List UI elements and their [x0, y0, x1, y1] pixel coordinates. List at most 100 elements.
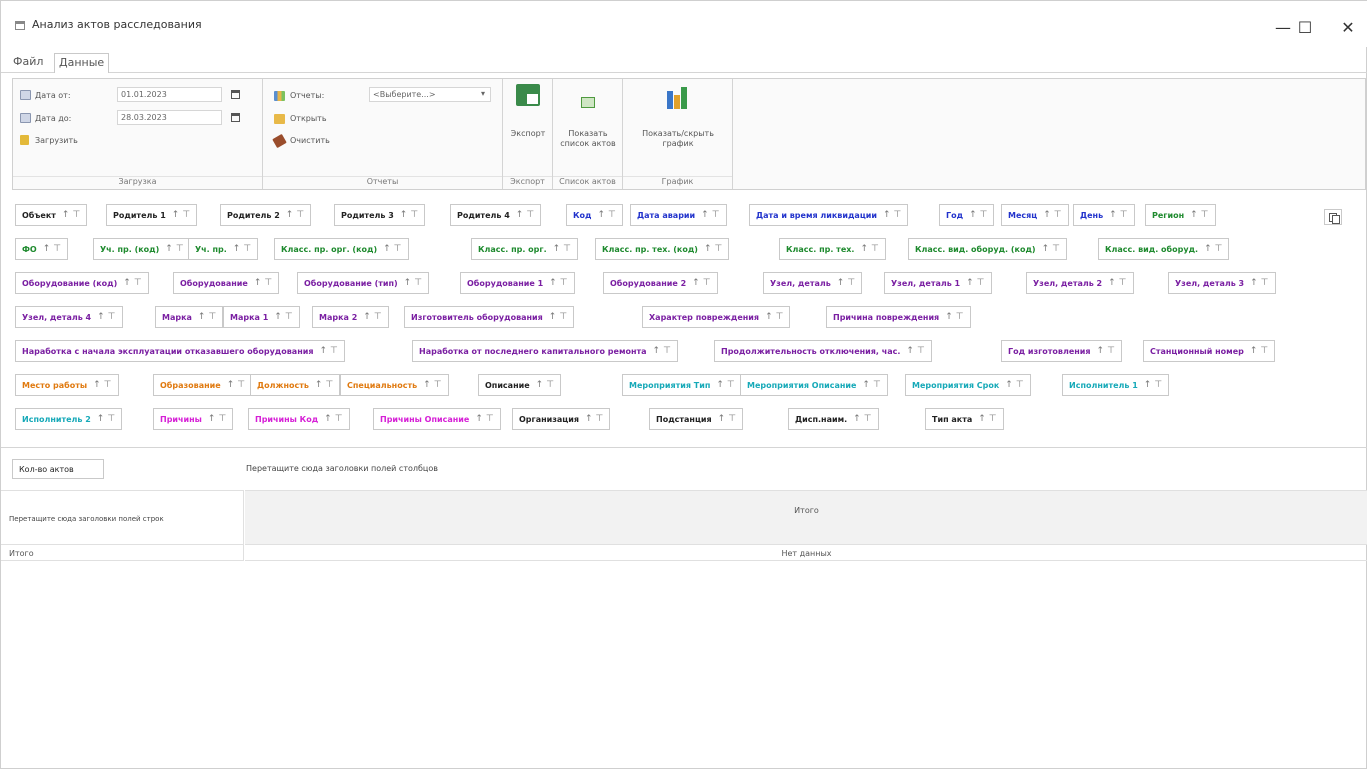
filter-icon[interactable]: ⊤	[608, 210, 616, 220]
field-header[interactable]: Станционный номер ↑ ⊤	[1143, 340, 1276, 362]
sort-icon[interactable]: ↑	[233, 244, 241, 254]
filter-icon[interactable]: ⊤	[728, 414, 736, 424]
field-header[interactable]: Оборудование 2 ↑ ⊤	[603, 272, 718, 294]
field-header[interactable]: Оборудование ↑ ⊤	[173, 272, 280, 294]
filter-icon[interactable]: ⊤	[663, 346, 671, 356]
field-header[interactable]: Узел, деталь 1 ↑ ⊤	[884, 272, 992, 294]
filter-icon[interactable]: ⊤	[714, 244, 722, 254]
filter-icon[interactable]: ⊤	[1016, 380, 1024, 390]
sort-icon[interactable]: ↑	[172, 210, 180, 220]
field-header[interactable]: Дата и время ликвидации ↑ ⊤	[749, 204, 909, 226]
filter-icon[interactable]: ⊤	[1260, 346, 1268, 356]
filter-icon[interactable]: ⊤	[218, 414, 226, 424]
field-header[interactable]: Узел, деталь 3 ↑ ⊤	[1168, 272, 1276, 294]
show-acts-button[interactable]: Показать список актов	[553, 129, 623, 149]
filter-icon[interactable]: ⊤	[72, 210, 80, 220]
field-header[interactable]: Характер повреждения ↑ ⊤	[642, 306, 791, 328]
filter-icon[interactable]: ⊤	[134, 278, 142, 288]
filter-icon[interactable]: ⊤	[108, 312, 116, 322]
filter-icon[interactable]: ⊤	[1120, 210, 1128, 220]
filter-icon[interactable]: ⊤	[285, 312, 293, 322]
sort-icon[interactable]: ↑	[43, 244, 51, 254]
sort-icon[interactable]: ↑	[93, 380, 101, 390]
field-header[interactable]: Родитель 4 ↑ ⊤	[450, 204, 542, 226]
field-header[interactable]: Тип акта ↑ ⊤	[925, 408, 1004, 430]
field-header[interactable]: Класс. вид. оборуд. ↑ ⊤	[1098, 238, 1230, 260]
copy-icon[interactable]	[1324, 209, 1342, 225]
filter-icon[interactable]: ⊤	[296, 210, 304, 220]
field-header[interactable]: Класс. пр. тех. (код) ↑ ⊤	[595, 238, 730, 260]
filter-icon[interactable]: ⊤	[894, 210, 902, 220]
sort-icon[interactable]: ↑	[315, 380, 323, 390]
sort-icon[interactable]: ↑	[165, 244, 173, 254]
field-header[interactable]: Дисп.наим. ↑ ⊤	[788, 408, 879, 430]
filter-icon[interactable]: ⊤	[712, 210, 720, 220]
sort-icon[interactable]: ↑	[862, 380, 870, 390]
field-header[interactable]: Регион ↑ ⊤	[1145, 204, 1216, 226]
field-header[interactable]: Причина повреждения ↑ ⊤	[826, 306, 971, 328]
sort-icon[interactable]: ↑	[516, 210, 524, 220]
sort-icon[interactable]: ↑	[62, 210, 70, 220]
field-header[interactable]: Мероприятия Описание ↑ ⊤	[740, 374, 888, 396]
filter-icon[interactable]: ⊤	[1119, 278, 1127, 288]
field-header[interactable]: Подстанция ↑ ⊤	[649, 408, 744, 430]
filter-icon[interactable]: ⊤	[1154, 380, 1162, 390]
sort-icon[interactable]: ↑	[423, 380, 431, 390]
field-header[interactable]: Причины ↑ ⊤	[153, 408, 234, 430]
filter-icon[interactable]: ⊤	[434, 380, 442, 390]
column-drop-area[interactable]: Перетащите сюда заголовки полей столбцов	[246, 464, 438, 473]
field-header[interactable]: Год ↑ ⊤	[939, 204, 995, 226]
menu-tab-file[interactable]: Файл	[9, 53, 47, 73]
field-header[interactable]: Класс. вид. оборуд. (код) ↑ ⊤	[908, 238, 1067, 260]
field-header[interactable]: Узел, деталь 4 ↑ ⊤	[15, 306, 123, 328]
field-header[interactable]: Код ↑ ⊤	[566, 204, 623, 226]
filter-icon[interactable]: ⊤	[410, 210, 418, 220]
filter-icon[interactable]: ⊤	[104, 380, 112, 390]
field-header[interactable]: Уч. пр. (код) ↑ ⊤	[93, 238, 191, 260]
field-header[interactable]: Дата аварии ↑ ⊤	[630, 204, 727, 226]
field-header[interactable]: Продолжительность отключения, час. ↑ ⊤	[714, 340, 932, 362]
filter-icon[interactable]: ⊤	[1215, 244, 1223, 254]
filter-icon[interactable]: ⊤	[237, 380, 245, 390]
field-header[interactable]: Оборудование (тип) ↑ ⊤	[297, 272, 430, 294]
filter-icon[interactable]: ⊤	[243, 244, 251, 254]
field-header[interactable]: Марка ↑ ⊤	[155, 306, 224, 328]
sort-icon[interactable]: ↑	[978, 414, 986, 424]
field-header[interactable]: Год изготовления ↑ ⊤	[1001, 340, 1122, 362]
filter-icon[interactable]: ⊤	[546, 380, 554, 390]
sort-icon[interactable]: ↑	[692, 278, 700, 288]
sort-icon[interactable]: ↑	[319, 346, 327, 356]
filter-icon[interactable]: ⊤	[563, 244, 571, 254]
sort-icon[interactable]: ↑	[123, 278, 131, 288]
filter-icon[interactable]: ⊤	[1261, 278, 1269, 288]
sort-icon[interactable]: ↑	[324, 414, 332, 424]
field-header[interactable]: Должность ↑ ⊤	[250, 374, 341, 396]
sort-icon[interactable]: ↑	[966, 278, 974, 288]
sort-icon[interactable]: ↑	[1250, 278, 1258, 288]
field-header[interactable]: Оборудование 1 ↑ ⊤	[460, 272, 575, 294]
field-header[interactable]: Объект ↑ ⊤	[15, 204, 88, 226]
filter-icon[interactable]: ⊤	[53, 244, 61, 254]
filter-icon[interactable]: ⊤	[394, 244, 402, 254]
filter-icon[interactable]: ⊤	[727, 380, 735, 390]
filter-icon[interactable]: ⊤	[182, 210, 190, 220]
sort-icon[interactable]: ↑	[227, 380, 235, 390]
report-select[interactable]: <Выберите...> ▾	[369, 87, 491, 102]
sort-icon[interactable]: ↑	[1144, 380, 1152, 390]
sort-icon[interactable]: ↑	[765, 312, 773, 322]
sort-icon[interactable]: ↑	[598, 210, 606, 220]
filter-icon[interactable]: ⊤	[486, 414, 494, 424]
filter-icon[interactable]: ⊤	[977, 278, 985, 288]
filter-icon[interactable]: ⊤	[873, 380, 881, 390]
filter-icon[interactable]: ⊤	[703, 278, 711, 288]
sort-icon[interactable]: ↑	[653, 346, 661, 356]
field-header[interactable]: Марка 1 ↑ ⊤	[223, 306, 300, 328]
filter-icon[interactable]: ⊤	[335, 414, 343, 424]
row-drop-area[interactable]: Перетащите сюда заголовки полей строк	[1, 490, 244, 544]
sort-icon[interactable]: ↑	[475, 414, 483, 424]
filter-icon[interactable]: ⊤	[560, 278, 568, 288]
field-header[interactable]: Место работы ↑ ⊤	[15, 374, 119, 396]
sort-icon[interactable]: ↑	[549, 312, 557, 322]
field-header[interactable]: Мероприятия Тип ↑ ⊤	[622, 374, 742, 396]
field-header[interactable]: Причины Описание ↑ ⊤	[373, 408, 501, 430]
